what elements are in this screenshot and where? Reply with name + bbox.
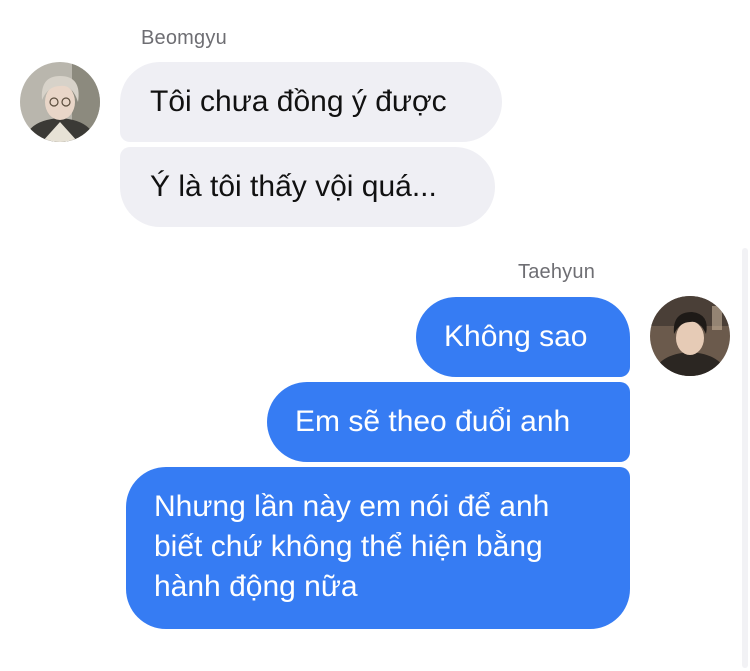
sender-name-taehyun: Taehyun	[518, 261, 596, 283]
message-text: Nhưng lần này em nói để anh biết chứ khô…	[154, 490, 550, 603]
message-text: Không sao	[444, 320, 588, 353]
avatar-taehyun[interactable]	[650, 296, 730, 376]
message-bubble-outgoing[interactable]: Em sẽ theo đuổi anh	[267, 382, 630, 462]
avatar-beomgyu-photo	[20, 62, 100, 142]
avatar-taehyun-photo	[650, 296, 730, 376]
message-bubble-outgoing[interactable]: Không sao	[416, 297, 630, 377]
message-text: Tôi chưa đồng ý được	[150, 85, 447, 118]
avatar-beomgyu[interactable]	[20, 62, 100, 142]
message-bubble-incoming[interactable]: Ý là tôi thấy vội quá...	[120, 147, 495, 227]
message-bubble-incoming[interactable]: Tôi chưa đồng ý được	[120, 62, 502, 142]
sender-name-beomgyu: Beomgyu	[141, 27, 227, 49]
message-bubble-outgoing[interactable]: Nhưng lần này em nói để anh biết chứ khô…	[126, 467, 630, 629]
scrollbar-track[interactable]	[742, 248, 748, 668]
message-text: Ý là tôi thấy vội quá...	[150, 170, 437, 203]
message-text: Em sẽ theo đuổi anh	[295, 405, 571, 438]
